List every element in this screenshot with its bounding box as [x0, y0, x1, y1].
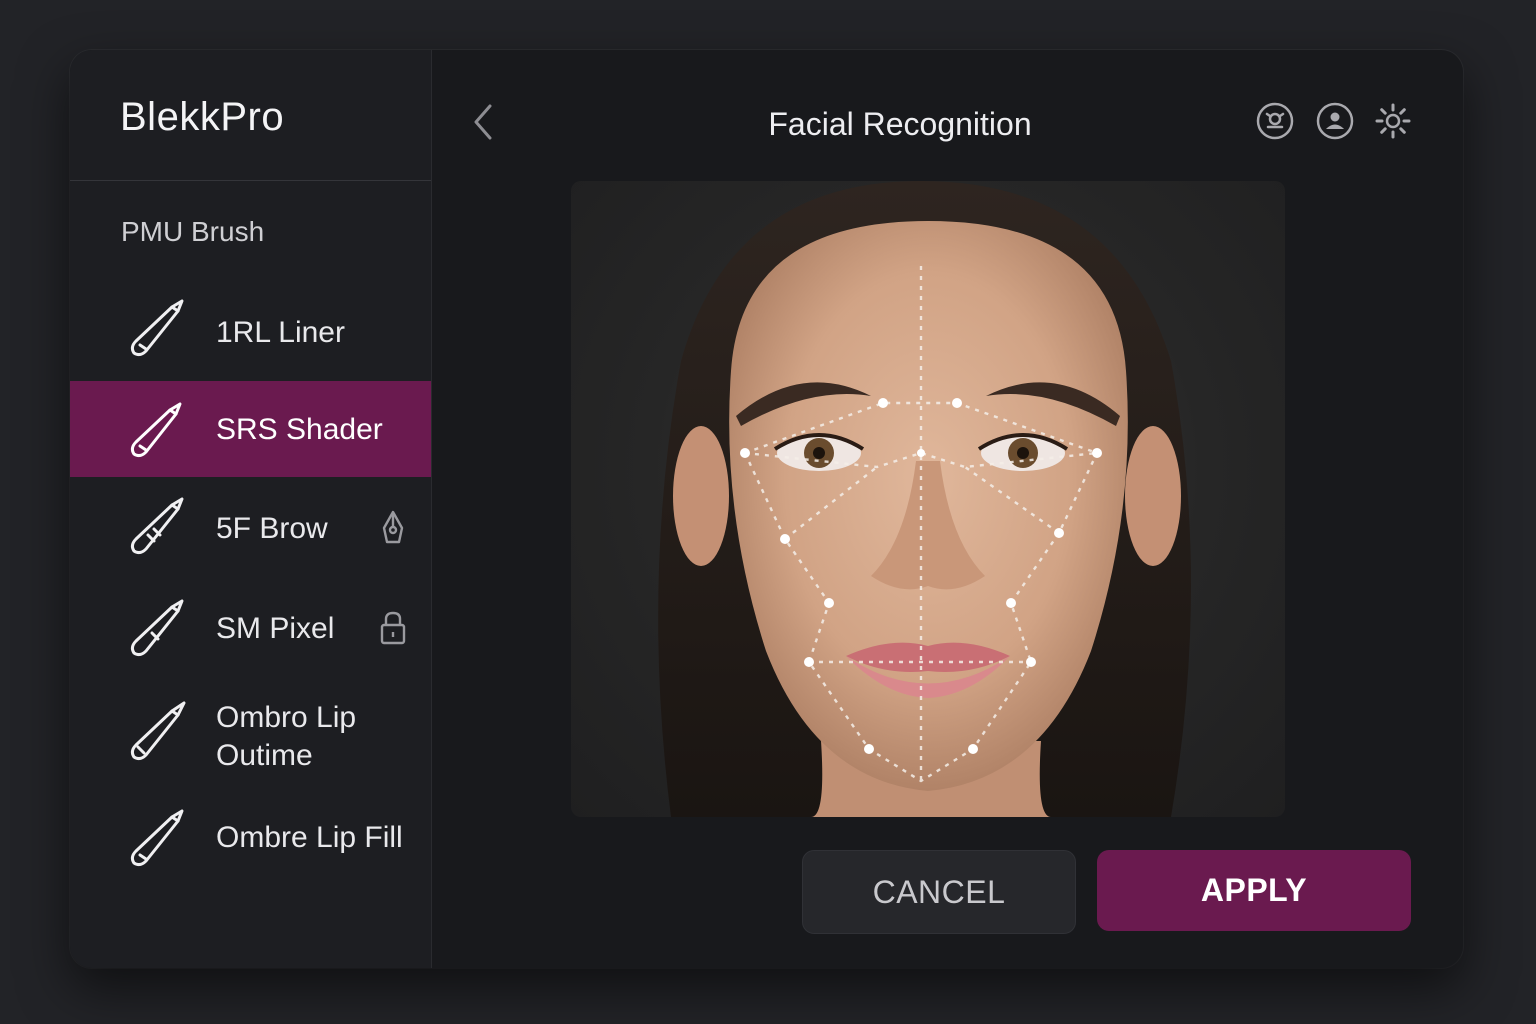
- brush-item-1rl-liner[interactable]: 1RL Liner: [70, 285, 431, 381]
- brush-item-5f-brow[interactable]: 5F Brow: [70, 477, 431, 577]
- pen-brush-icon: [130, 497, 184, 555]
- brush-label: Ombre Lip Fill: [216, 821, 403, 854]
- brush-item-ombro-lip-outime[interactable]: Ombro Lip Outime: [70, 677, 431, 797]
- pen-brush-icon: [130, 599, 184, 657]
- pen-brush-icon: [130, 701, 186, 761]
- apply-button[interactable]: APPLY: [1097, 850, 1411, 931]
- app-brand: BlekkPro: [120, 95, 285, 139]
- brush-label-line1: Ombro Lip: [216, 701, 357, 734]
- pen-brush-icon: [130, 809, 184, 867]
- user-profile-icon[interactable]: [1316, 102, 1354, 140]
- cancel-button[interactable]: CANCEL: [802, 850, 1076, 934]
- settings-gear-icon[interactable]: [1374, 102, 1412, 140]
- main-panel: Facial Recognition CANCEL APPLY: [432, 50, 1463, 968]
- brush-label-line2: Outime: [216, 739, 313, 772]
- brush-label: 5F Brow: [216, 512, 328, 545]
- brush-label: SM Pixel: [216, 612, 335, 645]
- brush-label: SRS Shader: [216, 413, 383, 446]
- brush-item-sm-pixel[interactable]: SM Pixel: [70, 577, 431, 677]
- face-portrait-with-landmarks: [658, 181, 1191, 817]
- pen-brush-icon: [130, 299, 184, 357]
- section-title-pmu-brush: PMU Brush: [121, 216, 265, 247]
- sidebar: BlekkPro PMU Brush 1RL Liner SRS Shader …: [70, 50, 432, 968]
- pen-brush-icon: [130, 402, 182, 458]
- pen-nib-lock-icon: [382, 510, 404, 544]
- padlock-icon: [380, 611, 406, 645]
- app-window: BlekkPro PMU Brush 1RL Liner SRS Shader …: [70, 50, 1463, 968]
- brush-label: 1RL Liner: [216, 316, 345, 349]
- brush-item-ombre-lip-fill[interactable]: Ombre Lip Fill: [70, 797, 431, 897]
- face-photo: [571, 181, 1285, 817]
- brand-divider: [70, 180, 431, 181]
- face-scan-icon[interactable]: [1256, 102, 1294, 140]
- brush-item-srs-shader[interactable]: SRS Shader: [70, 381, 431, 477]
- page-title: Facial Recognition: [768, 106, 1032, 142]
